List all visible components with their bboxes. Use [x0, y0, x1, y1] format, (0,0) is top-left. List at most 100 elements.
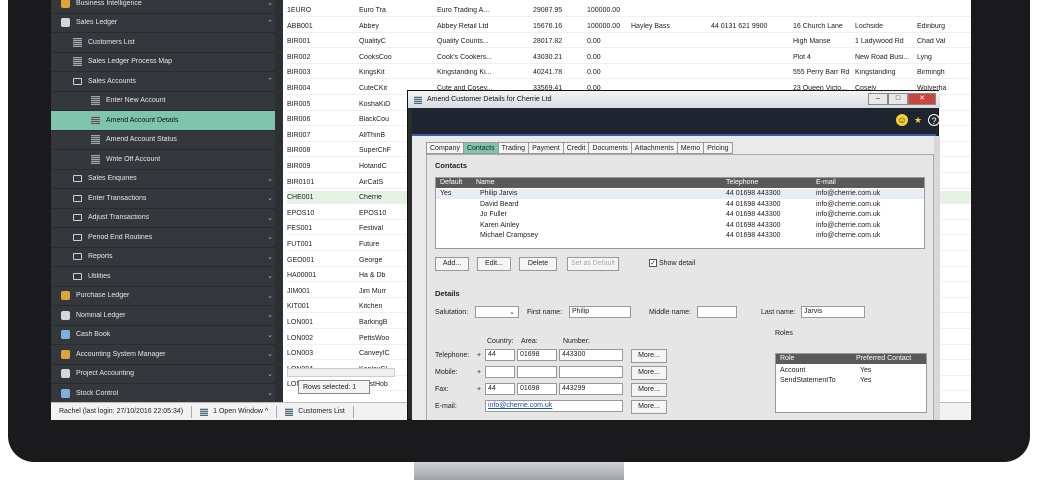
sidebar-item[interactable]: Amend Account Status [51, 131, 275, 150]
sidebar-item[interactable]: Accounting System Manager ⌄ [51, 345, 275, 365]
close-button[interactable]: ✕ [908, 93, 936, 105]
tab-attachments[interactable]: Attachments [630, 142, 677, 154]
chevron-icon[interactable]: ⌄ [265, 311, 275, 319]
table-row[interactable]: ABB001 Abbey Abbey Retail Ltd 15676.16 10000… [287, 20, 971, 33]
tab-documents[interactable]: Documents [588, 142, 631, 154]
delete-button[interactable]: Delete [519, 257, 557, 271]
taskbar-tab-customers-list[interactable]: Customers List [277, 405, 354, 418]
phone-number-field[interactable]: 443300 [559, 349, 623, 361]
roles-heading: Roles [775, 330, 793, 337]
chevron-icon[interactable]: ⌄ [265, 194, 275, 202]
contact-row[interactable]: Karen Ainley 44 01698 443300 info@cherrie.… [436, 221, 924, 231]
email-more-button[interactable]: More... [631, 400, 667, 414]
country-code-field[interactable] [485, 366, 515, 378]
sidebar-item[interactable]: Utilities ⌄ [51, 267, 275, 287]
chevron-icon[interactable]: ⌄ [265, 350, 275, 358]
minimize-button[interactable]: – [868, 93, 888, 105]
sidebar-item[interactable]: Project Accounting ⌄ [51, 365, 275, 384]
sidebar-item[interactable]: Adjust Transactions ⌄ [51, 209, 275, 228]
email-field[interactable]: info@cherrie.com.uk [485, 400, 623, 412]
show-detail-checkbox[interactable]: ✓ [649, 259, 657, 267]
role-row[interactable]: SendStatementTo Yes [776, 376, 926, 386]
chevron-icon[interactable]: ⌄ [265, 214, 275, 222]
country-code-field[interactable]: 44 [485, 383, 515, 395]
sidebar-item[interactable]: Enter Transactions ⌄ [51, 189, 275, 209]
tab-company[interactable]: Company [426, 142, 463, 154]
table-row[interactable]: BIR002 CooksCoo Cook's Cookers... 43030.21 0… [287, 51, 971, 64]
dialog-body: Company Contacts Trading Payment Credit Docum… [412, 136, 940, 420]
chevron-icon[interactable]: ⌃ [265, 77, 275, 85]
first-name-field[interactable]: Philip [569, 306, 631, 318]
sidebar-item[interactable]: Sales Enquiries ⌄ [51, 170, 275, 189]
open-windows-button[interactable]: 1 Open Window ^ [192, 405, 278, 418]
table-row[interactable]: BIR001 QualityC Quality Counts... 28017.82 0… [287, 35, 971, 49]
sidebar-item[interactable]: Sales Ledger ⌃ [51, 14, 275, 33]
maximize-button[interactable]: □ [888, 93, 908, 105]
chevron-icon[interactable]: ⌄ [265, 175, 275, 183]
grid-horizontal-scrollbar[interactable] [287, 368, 395, 377]
chevron-icon[interactable]: ⌃ [265, 19, 275, 27]
sidebar-item[interactable]: Cash Book ⌄ [51, 326, 275, 345]
country-code-field[interactable]: 44 [485, 349, 515, 361]
area-code-field[interactable]: 01698 [517, 383, 557, 395]
more-button[interactable]: More... [631, 366, 667, 380]
area-code-field[interactable] [517, 366, 557, 378]
middle-name-field[interactable] [697, 306, 737, 318]
more-button[interactable]: More... [631, 383, 667, 397]
chevron-icon[interactable]: ⌄ [265, 253, 275, 261]
edit-button[interactable]: Edit... [477, 257, 511, 271]
dialog-titlebar[interactable]: Amend Customer Details for Cherrie Ltd –… [408, 91, 940, 108]
sidebar-item[interactable]: Write Off Account [51, 150, 275, 170]
contact-row[interactable]: Yes Philip Jarvis 44 01698 443300 info@cher… [436, 189, 924, 199]
table-cell: 0.00 [587, 69, 601, 77]
sidebar-item[interactable]: Period End Routines ⌄ [51, 228, 275, 248]
tab-credit[interactable]: Credit [562, 142, 589, 154]
smiley-icon[interactable]: ☺ [896, 114, 908, 126]
last-name-field[interactable]: Jarvis [801, 306, 865, 318]
sidebar-item[interactable]: Business Intelligence ⌄ [51, 0, 275, 14]
star-icon[interactable]: ★ [912, 114, 924, 126]
chevron-icon[interactable]: ⌄ [265, 370, 275, 378]
phone-number-field[interactable]: 443299 [559, 383, 623, 395]
sidebar-item[interactable]: Purchase Ledger ⌄ [51, 287, 275, 306]
tab-contacts[interactable]: Contacts [462, 142, 498, 154]
dialog-scrollbar[interactable] [934, 136, 940, 420]
chevron-icon[interactable]: ⌄ [265, 272, 275, 280]
roles-header: Role Preferred Contact [776, 354, 926, 364]
add-button[interactable]: Add... [435, 257, 469, 271]
chevron-icon[interactable]: ⌄ [265, 389, 275, 397]
more-button[interactable]: More... [631, 349, 667, 363]
column-header: Preferred Contact [856, 355, 912, 362]
sidebar-item[interactable]: Enter New Account [51, 92, 275, 111]
set-default-button[interactable]: Set as Default [567, 257, 619, 271]
table-row[interactable]: BIR003 KingsKit Kingstanding Ki... 40241.78… [287, 66, 971, 80]
sidebar-item[interactable]: Sales Accounts ⌃ [51, 72, 275, 92]
role-row[interactable]: Account Yes [776, 366, 926, 376]
contact-cell: info@cherrie.com.uk [816, 211, 881, 218]
chevron-icon[interactable]: ⌄ [265, 233, 275, 241]
sidebar-item[interactable]: Amend Account Details [51, 111, 275, 131]
salutation-select[interactable]: ⌄ [475, 306, 519, 318]
sidebar-item[interactable]: Reports ⌄ [51, 248, 275, 267]
phone-number-field[interactable] [559, 366, 623, 378]
sidebar-item[interactable]: Stock Control ⌄ [51, 384, 275, 404]
contact-row[interactable]: Jo Fuller 44 01698 443300 info@cherrie.com… [436, 210, 924, 220]
tab-trading[interactable]: Trading [497, 142, 529, 154]
sidebar-item[interactable]: Nominal Ledger ⌄ [51, 306, 275, 326]
tab-pricing[interactable]: Pricing [703, 142, 733, 154]
contact-row[interactable]: David Beard 44 01698 443300 info@cherrie.c… [436, 200, 924, 210]
contact-row[interactable]: Michael Crampsey 44 01698 443300 info@cher… [436, 231, 924, 241]
chevron-icon[interactable]: ⌄ [265, 331, 275, 339]
nominal-ledger-icon [61, 310, 70, 320]
open-windows-label: 1 Open Window ^ [213, 408, 269, 415]
chevron-icon[interactable]: ⌄ [265, 0, 275, 7]
chevron-icon[interactable]: ⌄ [265, 292, 275, 300]
sidebar-scrollbar[interactable] [275, 0, 283, 402]
area-code-field[interactable]: 01698 [517, 349, 557, 361]
table-row[interactable]: 1EURO Euro Tra Euro Trading A... 29087.95 10… [287, 4, 971, 17]
tab-payment[interactable]: Payment [528, 142, 563, 154]
help-icon[interactable]: ? [928, 114, 940, 126]
tab-memo[interactable]: Memo [676, 142, 704, 154]
sidebar-item[interactable]: Customers List [51, 33, 275, 53]
sidebar-item[interactable]: Sales Ledger Process Map [51, 53, 275, 72]
